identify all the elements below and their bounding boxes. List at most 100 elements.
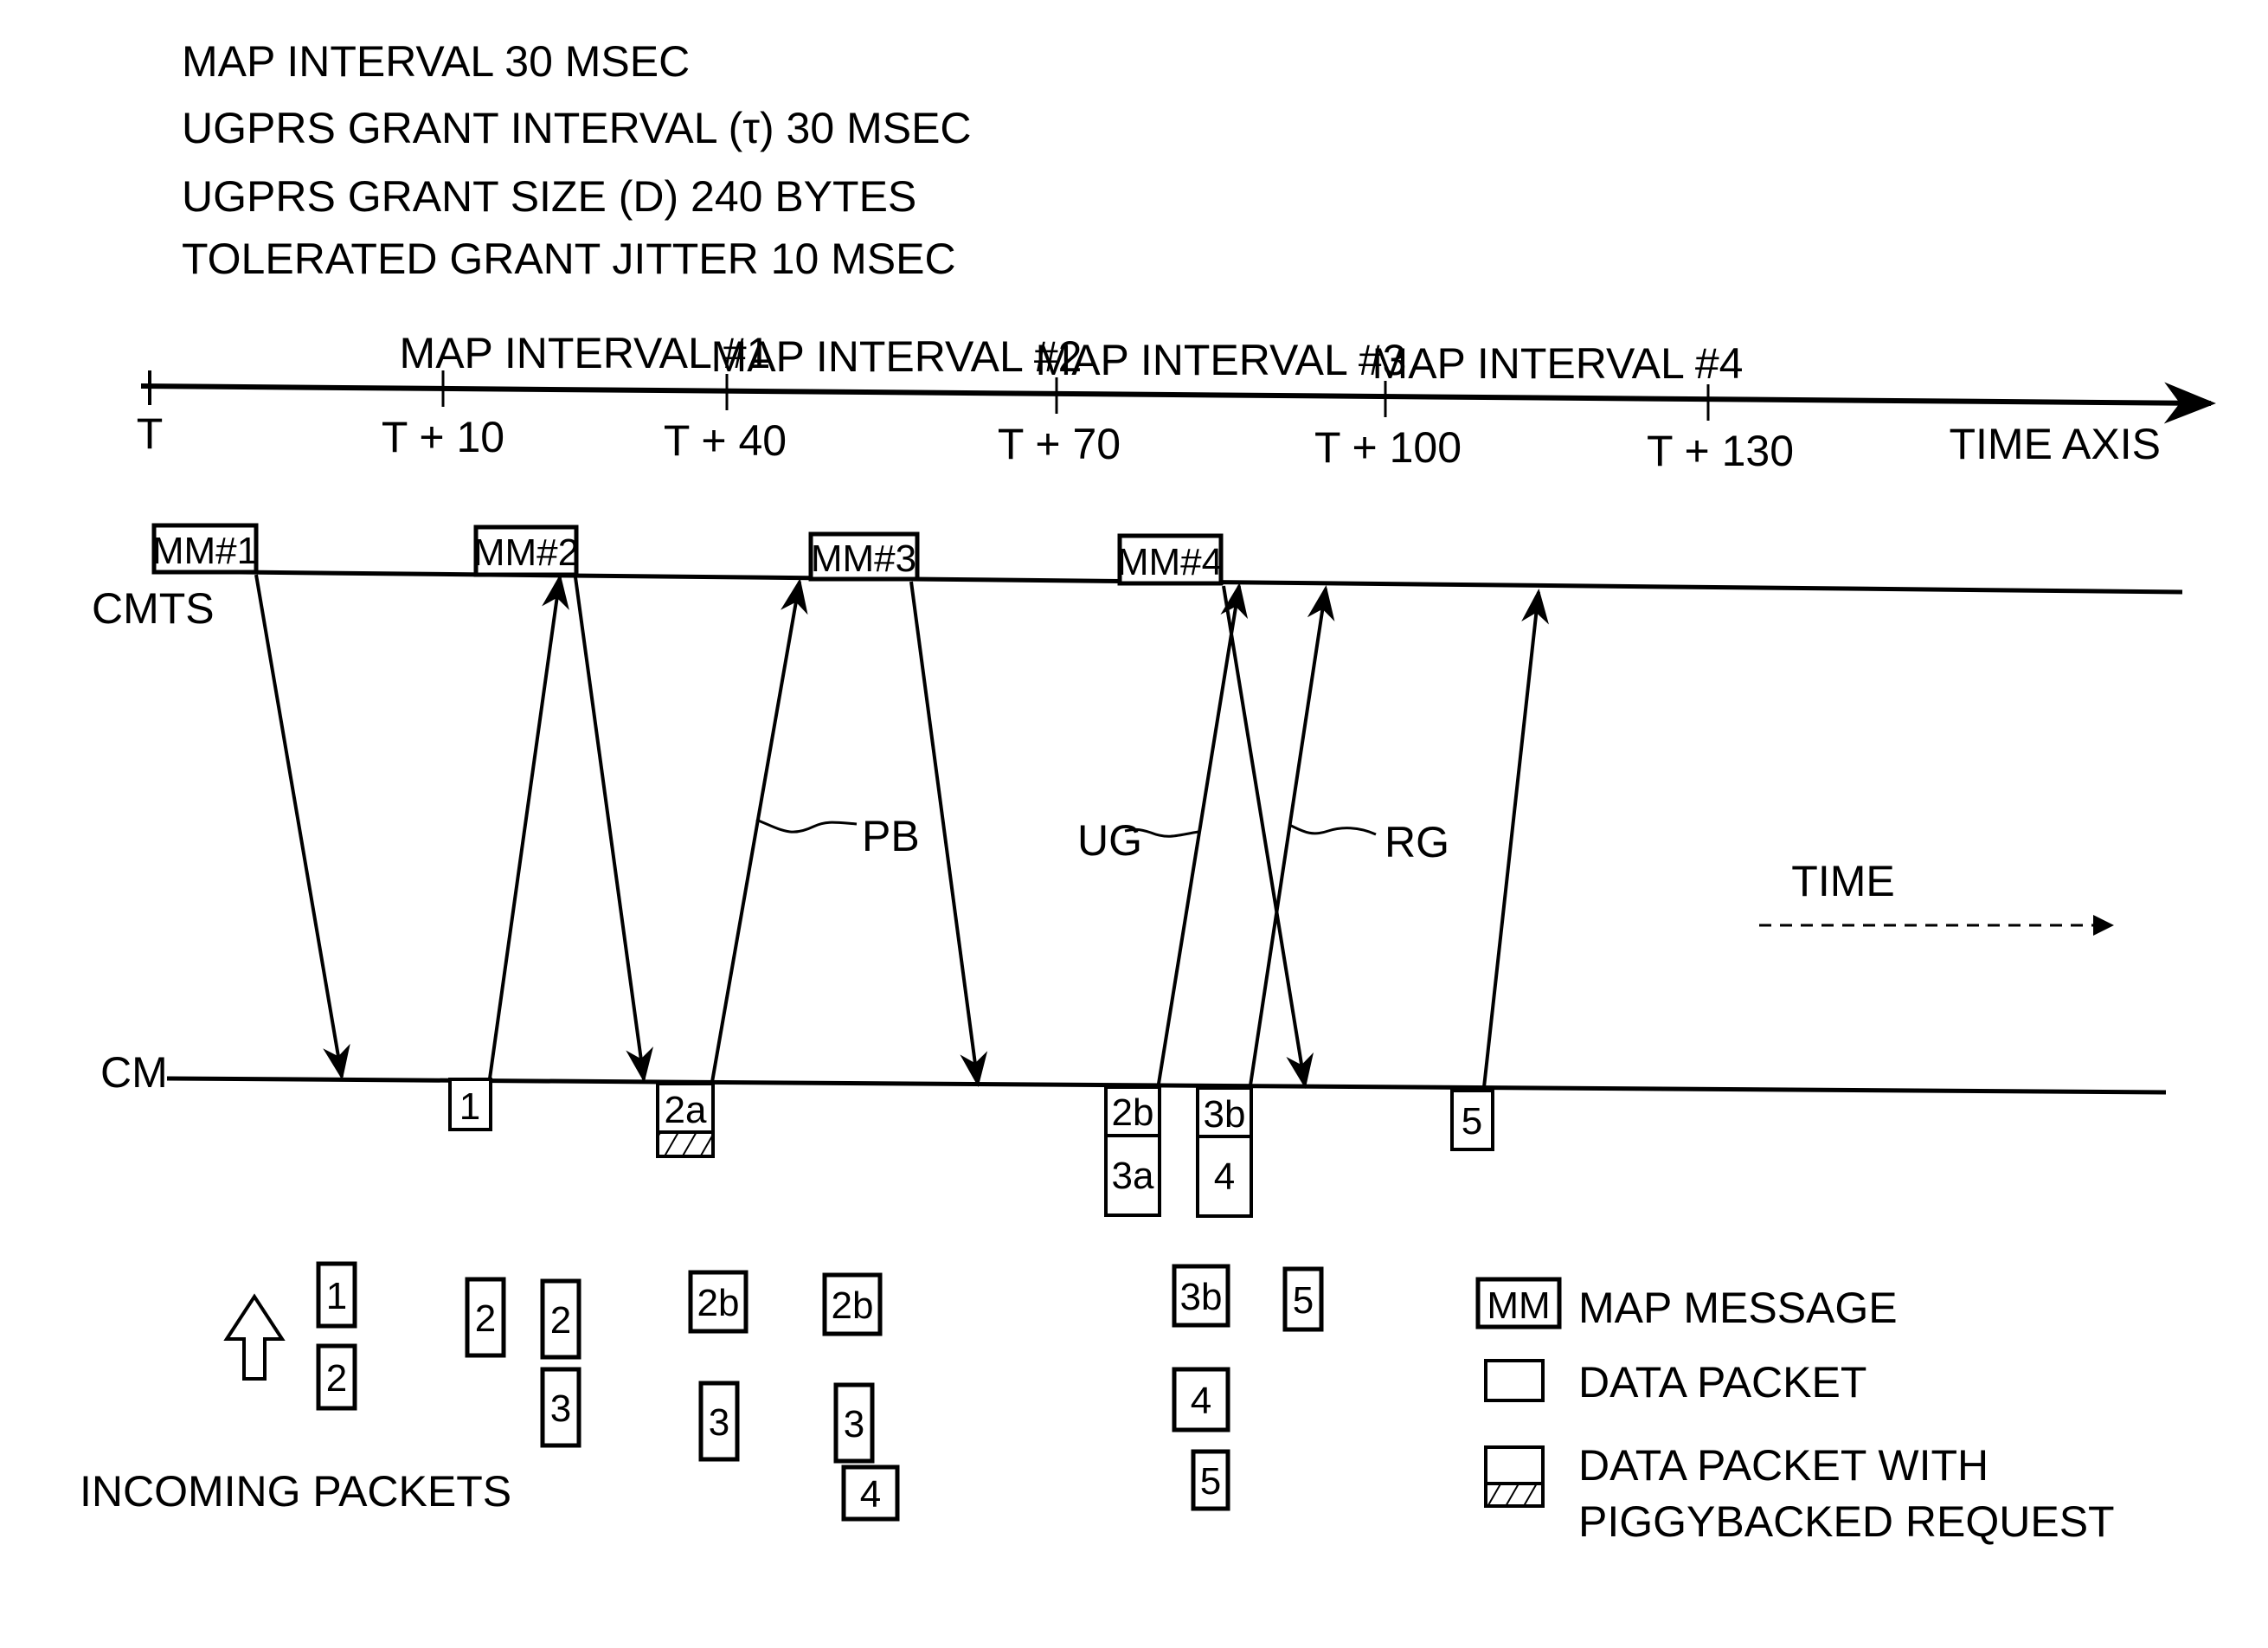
tick-label-t: T [137,409,164,458]
svg-text:3a: 3a [1112,1155,1154,1197]
time-indicator-label: TIME [1791,857,1894,905]
map-message-4: MM#4 [1117,533,1224,586]
incoming-packet-label: 2 [326,1357,347,1400]
incoming-packet-label: 4 [1191,1380,1211,1422]
time-axis: T T + 10 T + 40 T + 70 T + 100 T + 130 T… [137,329,2216,475]
arrow-annotations: PB UG RG [755,812,1449,866]
cm-label: CM [100,1048,168,1097]
legend: MM MAP MESSAGE DATA PACKET DATA PACKET W… [1475,1277,2115,1546]
cm-transmitted-packets: 1 2a 2b 3a 3b 4 5 [448,1078,1494,1218]
cm-packet-2a-piggyback: 2a [656,1082,715,1158]
tick-label-t70: T + 70 [998,420,1121,468]
cm-packet-5: 5 [1450,1089,1494,1151]
incoming-packet: 3 [698,1381,740,1462]
incoming-packet: 2 [316,1343,357,1411]
incoming-packet: 3 [833,1382,875,1464]
legend-piggyback-hatch [1484,1482,1545,1508]
incoming-packet: 1 [316,1261,357,1329]
time-axis-line [140,382,2216,424]
svg-text:5: 5 [1462,1100,1482,1143]
legend-data-packet-swatch [1484,1359,1545,1402]
map-message-2: MM#2 [473,525,579,577]
tick-label-t130: T + 130 [1647,427,1794,475]
incoming-packet-label: 5 [1200,1460,1221,1503]
rg-label: RG [1385,818,1449,866]
legend-data-packet-label: DATA PACKET [1578,1358,1866,1407]
svg-text:MM#4: MM#4 [1117,541,1223,583]
downlink-arrow-mm3 [909,581,988,1087]
tick-label-t10: T + 10 [382,413,504,461]
tick-label-t100: T + 100 [1314,423,1462,472]
piggyback-request-hatch [656,1130,715,1158]
tick-label-t40: T + 40 [664,416,787,465]
incoming-packet-label: 3 [844,1403,864,1445]
incoming-packet: 5 [1282,1266,1324,1332]
incoming-packet-label: 4 [860,1473,881,1516]
incoming-packet-label: 3 [709,1401,729,1444]
param-grant-interval: UGPRS GRANT INTERVAL (τ) 30 MSEC [182,104,972,152]
incoming-packet: 4 [841,1465,900,1522]
incoming-packet: 5 [1191,1449,1230,1511]
param-grant-jitter: TOLERATED GRANT JITTER 10 MSEC [182,235,956,283]
cm-packet-2b: 2b [1104,1085,1161,1137]
uplink-arrow-rg [1249,585,1335,1086]
pb-leader [755,818,858,834]
rg-leader [1288,823,1377,836]
downlink-arrow-mm2 [574,576,653,1083]
map-interval-2: MAP INTERVAL #2 [711,332,1083,381]
svg-text:MM#2: MM#2 [473,531,579,574]
svg-text:4: 4 [1214,1156,1235,1198]
map-interval-3: MAP INTERVAL #3 [1036,336,1407,384]
cm-packet-3b: 3b [1196,1086,1253,1138]
incoming-packet-label: 1 [326,1275,347,1317]
incoming-packet-label: 2 [475,1297,496,1340]
legend-piggyback-swatch [1484,1445,1545,1485]
cmts-cm-timing-diagram: MAP INTERVAL 30 MSEC UGPRS GRANT INTERVA… [80,37,2216,1546]
incoming-packet-label: 3 [550,1387,571,1430]
time-indicator: TIME [1759,857,2114,936]
cmts-label: CMTS [92,584,215,633]
incoming-packet-label: 2 [550,1299,571,1342]
svg-text:MM#3: MM#3 [811,538,916,580]
pb-label: PB [862,812,920,860]
incoming-packets-label: INCOMING PACKETS [80,1467,511,1516]
uplink-arrow-packet-1 [488,574,569,1079]
incoming-packet: 2 [465,1277,506,1358]
downlink-arrow-mm1 [254,574,350,1080]
incoming-packet: 2b [822,1272,883,1336]
legend-piggyback-label-line1: DATA PACKET WITH [1578,1441,1989,1490]
map-message-3: MM#3 [808,531,920,582]
legend-map-message-label: MAP MESSAGE [1578,1284,1898,1332]
parameter-block: MAP INTERVAL 30 MSEC UGPRS GRANT INTERVA… [182,37,972,283]
map-interval-4: MAP INTERVAL #4 [1372,339,1744,388]
cm-packet-4: 4 [1196,1135,1253,1218]
uplink-arrow-packet-5 [1482,589,1549,1088]
svg-text:MM: MM [1487,1284,1550,1327]
uplink-arrow-ug [1157,583,1249,1085]
incoming-packets-indicator: INCOMING PACKETS [80,1293,511,1516]
svg-text:1: 1 [459,1085,480,1128]
param-grant-size: UGPRS GRANT SIZE (D) 240 BYTES [182,172,916,221]
incoming-packet-label: 2b [697,1282,740,1324]
param-map-interval: MAP INTERVAL 30 MSEC [182,37,690,86]
legend-data-packet: DATA PACKET [1484,1358,1866,1407]
incoming-packet: 3 [540,1367,581,1448]
svg-text:MM#1: MM#1 [152,530,258,572]
incoming-packet-label: 5 [1293,1279,1314,1322]
incoming-packet: 2 [540,1278,581,1360]
downlink-arrow-mm4 [1222,585,1314,1089]
incoming-packet-label: 2b [832,1284,874,1327]
incoming-packet: 3b [1172,1264,1230,1328]
legend-map-message: MM MAP MESSAGE [1475,1277,1898,1332]
legend-piggyback-packet: DATA PACKET WITH PIGGYBACKED REQUEST [1484,1441,2115,1546]
map-message-1: MM#1 [151,523,259,575]
incoming-up-arrow-icon [223,1293,286,1381]
time-axis-label: TIME AXIS [1949,420,2161,468]
svg-text:2b: 2b [1112,1091,1154,1134]
cm-packet-1: 1 [448,1078,492,1131]
incoming-packet: 4 [1172,1367,1230,1432]
incoming-packet: 2b [688,1270,749,1334]
cm-packet-3a: 3a [1104,1134,1161,1217]
incoming-packet-label: 3b [1180,1276,1223,1318]
svg-text:2a: 2a [665,1089,707,1131]
